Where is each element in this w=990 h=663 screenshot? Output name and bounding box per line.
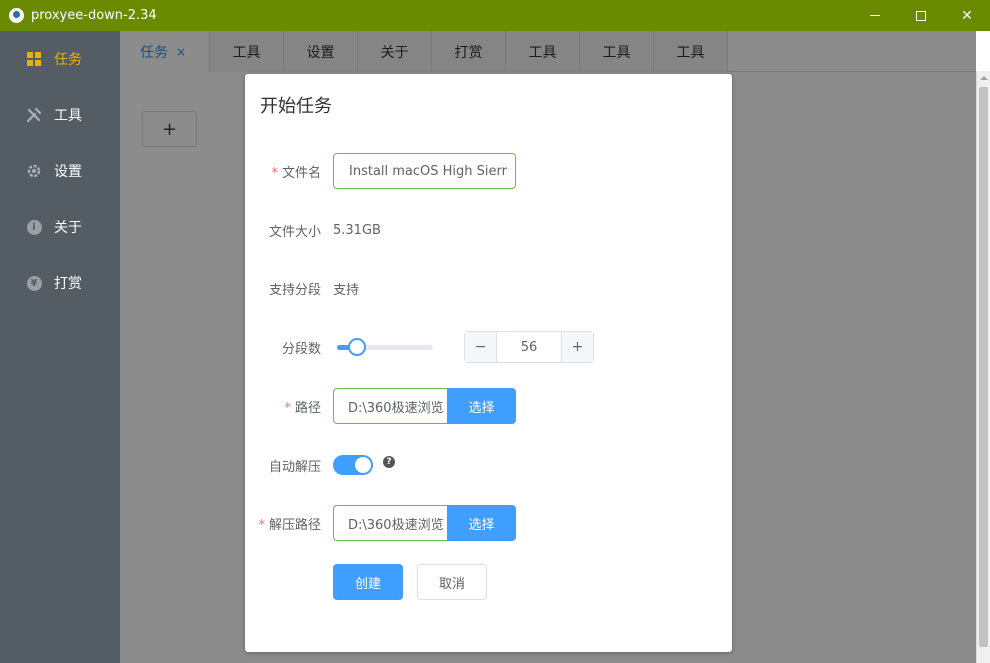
sidebar-item-label: 任务 (54, 52, 82, 68)
tab-label: 工具 (676, 44, 705, 61)
window-title: proxyee-down-2.34 (31, 8, 157, 23)
sidebar-item-label: 关于 (54, 220, 82, 236)
tab-tools[interactable]: 工具 (210, 31, 284, 72)
add-task-button[interactable]: + (142, 111, 197, 147)
reward-icon: ¥ (26, 275, 42, 291)
file-size-value: 5.31GB (333, 222, 381, 238)
segments-label: 分段数 (281, 341, 321, 357)
unzip-path-input-group: D:\360极速浏览 选择 (333, 505, 516, 541)
unzip-path-label: 解压路径 (268, 517, 321, 533)
cancel-button[interactable]: 取消 (417, 564, 487, 600)
auto-unzip-row: 自动解压 ? (245, 447, 732, 483)
tab-label: 任务 (140, 44, 168, 61)
choose-unzip-path-button[interactable]: 选择 (447, 505, 516, 541)
path-input-group: D:\360极速浏览 选择 (333, 388, 516, 424)
sidebar-item-reward[interactable]: ¥ 打赏 (0, 255, 120, 311)
scrollbar-thumb[interactable] (979, 87, 988, 647)
sidebar-item-tools[interactable]: 工具 (0, 87, 120, 143)
sidebar-item-tasks[interactable]: 任务 (0, 31, 120, 87)
start-task-dialog: 开始任务 * 文件名 Install macOS High Sierr 文件大小 … (245, 74, 732, 652)
tab-tools-4[interactable]: 工具 (654, 31, 728, 72)
required-mark: * (271, 165, 278, 181)
tools-icon (26, 107, 42, 123)
window-controls: ✕ (852, 0, 990, 31)
unzip-path-input[interactable]: D:\360极速浏览 (333, 505, 447, 541)
required-mark: * (284, 400, 291, 416)
tab-label: 设置 (306, 44, 335, 61)
tab-label: 打赏 (454, 44, 483, 61)
segments-slider[interactable] (337, 329, 433, 365)
auto-unzip-switch[interactable] (333, 455, 373, 475)
grid-icon (26, 51, 42, 67)
decrement-button[interactable]: − (465, 332, 497, 362)
tab-reward[interactable]: 打赏 (432, 31, 506, 72)
path-input[interactable]: D:\360极速浏览 (333, 388, 447, 424)
dialog-actions: 创建 取消 (245, 564, 732, 600)
tab-label: 工具 (232, 44, 261, 61)
segments-value[interactable]: 56 (497, 332, 561, 362)
tab-close-icon[interactable]: × (176, 45, 186, 59)
file-name-row: * 文件名 Install macOS High Sierr (245, 153, 732, 189)
switch-knob (355, 457, 371, 473)
tab-tools-3[interactable]: 工具 (580, 31, 654, 72)
file-size-row: 文件大小 5.31GB (245, 212, 732, 248)
auto-unzip-label: 自动解压 (268, 459, 321, 475)
sidebar-item-label: 打赏 (54, 276, 82, 292)
segment-support-label: 支持分段 (268, 282, 321, 298)
path-row: * 路径 D:\360极速浏览 选择 (245, 388, 732, 424)
tab-label: 工具 (528, 44, 557, 61)
sidebar-item-label: 设置 (54, 164, 82, 180)
file-name-input[interactable]: Install macOS High Sierr (333, 153, 516, 189)
path-label: 路径 (294, 400, 321, 416)
sidebar-item-about[interactable]: i 关于 (0, 199, 120, 255)
increment-button[interactable]: + (561, 332, 593, 362)
sidebar-item-label: 工具 (54, 108, 82, 124)
dialog-title: 开始任务 (260, 96, 332, 117)
minimize-icon (870, 15, 880, 16)
create-button[interactable]: 创建 (333, 564, 403, 600)
tab-settings[interactable]: 设置 (284, 31, 358, 72)
segments-row: 分段数 − 56 + (245, 329, 732, 365)
segments-stepper: − 56 + (464, 331, 594, 363)
file-name-label: 文件名 (281, 165, 321, 181)
segment-support-value: 支持 (333, 282, 360, 298)
tab-label: 工具 (602, 44, 631, 61)
app-logo-icon (9, 8, 24, 23)
tab-label: 关于 (380, 44, 409, 61)
tab-about[interactable]: 关于 (358, 31, 432, 72)
tab-tasks[interactable]: 任务 × (120, 31, 210, 72)
maximize-icon (916, 10, 926, 21)
close-button[interactable]: ✕ (944, 0, 990, 31)
scroll-up-icon[interactable] (980, 76, 988, 80)
info-icon: i (26, 219, 42, 235)
unzip-path-row: * 解压路径 D:\360极速浏览 选择 (245, 505, 732, 541)
minimize-button[interactable] (852, 0, 898, 31)
file-size-label: 文件大小 (268, 224, 321, 240)
sidebar-item-settings[interactable]: 设置 (0, 143, 120, 199)
tab-tools-2[interactable]: 工具 (506, 31, 580, 72)
tab-bar: 任务 × 工具 设置 关于 打赏 工具 工具 工具 (120, 31, 976, 72)
sidebar: 任务 工具 设置 i 关于 ¥ 打赏 (0, 31, 120, 663)
slider-handle[interactable] (348, 338, 367, 356)
maximize-button[interactable] (898, 0, 944, 31)
required-mark: * (258, 517, 265, 533)
choose-path-button[interactable]: 选择 (447, 388, 516, 424)
close-icon: ✕ (961, 7, 973, 24)
gear-icon (26, 163, 42, 179)
title-bar: proxyee-down-2.34 ✕ (0, 0, 990, 31)
segment-support-row: 支持分段 支持 (245, 270, 732, 306)
help-icon[interactable]: ? (383, 456, 395, 468)
vertical-scrollbar[interactable] (976, 71, 990, 663)
